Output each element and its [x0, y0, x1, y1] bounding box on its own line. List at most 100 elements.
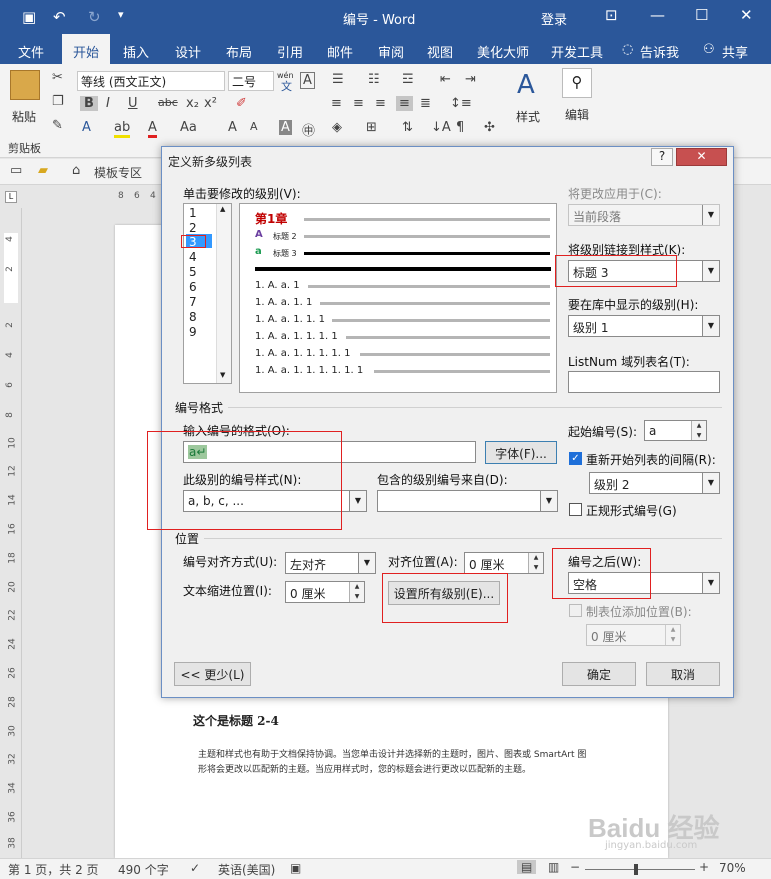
- chevron-down-icon[interactable]: ▼: [702, 473, 719, 493]
- increase-indent-icon[interactable]: ⇥: [465, 72, 476, 87]
- superscript-icon[interactable]: x²: [204, 96, 217, 111]
- home-icon[interactable]: ⌂: [72, 163, 80, 178]
- web-layout-icon[interactable]: ▥: [548, 860, 559, 874]
- cancel-button[interactable]: 取消: [646, 662, 720, 686]
- chevron-down-icon[interactable]: ▼: [349, 491, 366, 511]
- font-size-combo[interactable]: 二号: [228, 71, 274, 91]
- char-shading-icon[interactable]: A: [279, 120, 292, 135]
- open-folder-icon[interactable]: ▰: [38, 163, 48, 178]
- zoom-in-icon[interactable]: +: [699, 860, 709, 874]
- page-count[interactable]: 第 1 页，共 2 页: [8, 861, 99, 878]
- align-right-icon[interactable]: ≡: [375, 96, 386, 111]
- paste-icon[interactable]: [10, 70, 40, 100]
- styles-button-label[interactable]: 样式: [516, 108, 540, 125]
- ok-button[interactable]: 确定: [562, 662, 636, 686]
- level-item[interactable]: 2: [189, 221, 197, 235]
- ribbon-display-icon[interactable]: ⊡: [605, 6, 618, 24]
- tab-view[interactable]: 视图: [427, 42, 453, 61]
- document-heading[interactable]: 这个是标题 2-4: [193, 712, 279, 729]
- less-button[interactable]: << 更少(L): [174, 662, 251, 686]
- restart-level-combo[interactable]: 级别 2 ▼: [589, 472, 720, 494]
- start-at-spinner[interactable]: a ▲ ▼: [644, 420, 707, 441]
- cut-icon[interactable]: ✂: [52, 70, 63, 85]
- chevron-down-icon[interactable]: ▼: [702, 573, 719, 593]
- spinner-arrows-icon[interactable]: ▲ ▼: [528, 553, 543, 573]
- spinner-arrows-icon[interactable]: ▲ ▼: [691, 421, 706, 440]
- phonetic-guide-char[interactable]: 文: [281, 78, 292, 94]
- edit-button-label[interactable]: 编辑: [565, 106, 589, 123]
- tab-mailings[interactable]: 邮件: [327, 42, 353, 61]
- change-case-icon[interactable]: Aa: [180, 120, 197, 135]
- underline-icon[interactable]: U: [128, 96, 138, 111]
- tab-review[interactable]: 审阅: [378, 42, 404, 61]
- tab-beautify[interactable]: 美化大师: [477, 42, 529, 61]
- asian-layout-icon[interactable]: ✣: [484, 120, 495, 135]
- listnum-input[interactable]: [568, 371, 720, 393]
- bullets-icon[interactable]: ☰: [332, 72, 344, 87]
- proofing-icon[interactable]: ✓: [190, 861, 200, 875]
- legal-style-checkbox[interactable]: [569, 503, 582, 516]
- level-item[interactable]: 7: [189, 295, 197, 309]
- tab-design[interactable]: 设计: [175, 42, 201, 61]
- tab-insert[interactable]: 插入: [123, 42, 149, 61]
- level-listbox[interactable]: 1 2 3 4 5 6 7 8 9 ▲ ▼: [183, 203, 232, 384]
- new-doc-icon[interactable]: ▭: [10, 163, 22, 178]
- minimize-button[interactable]: —: [650, 6, 665, 24]
- multilevel-list-icon[interactable]: ☲: [402, 72, 414, 87]
- level-item[interactable]: 6: [189, 280, 197, 294]
- font-name-combo[interactable]: 等线 (西文正文): [77, 71, 225, 91]
- alignment-combo[interactable]: 左对齐 ▼: [285, 552, 376, 574]
- undo-icon[interactable]: ↶: [53, 8, 66, 26]
- customize-quick-access-icon[interactable]: ▾: [118, 8, 124, 21]
- sort-icon[interactable]: ↓A: [431, 120, 451, 135]
- level-item[interactable]: 4: [189, 250, 197, 264]
- numbering-icon[interactable]: ☷: [368, 72, 380, 87]
- level-item[interactable]: 5: [189, 265, 197, 279]
- enclose-char-icon[interactable]: ㊥: [302, 120, 315, 139]
- tab-references[interactable]: 引用: [277, 42, 303, 61]
- justify-icon[interactable]: ≡: [396, 96, 413, 111]
- level-item[interactable]: 1: [189, 206, 197, 220]
- tab-developer[interactable]: 开发工具: [551, 42, 603, 61]
- highlight-icon[interactable]: ab: [114, 120, 131, 138]
- chevron-down-icon[interactable]: ▼: [702, 261, 719, 281]
- chevron-down-icon[interactable]: ▼: [702, 316, 719, 336]
- font-color-icon[interactable]: A: [148, 120, 157, 138]
- restart-checkbox[interactable]: ✓: [569, 452, 582, 465]
- strikethrough-icon[interactable]: abc: [158, 96, 178, 109]
- shrink-font-icon[interactable]: A: [250, 120, 258, 133]
- align-center-icon[interactable]: ≡: [353, 96, 364, 111]
- close-window-button[interactable]: ✕: [740, 6, 753, 24]
- maximize-button[interactable]: ☐: [695, 6, 708, 24]
- document-paragraph[interactable]: 主题和样式也有助于文档保持协调。当您单击设计并选择新的主题时，图片、图表或 Sm…: [198, 748, 593, 778]
- redo-icon[interactable]: ↻: [88, 8, 101, 26]
- aligned-at-spinner[interactable]: 0 厘米 ▲ ▼: [464, 552, 544, 574]
- sign-in-link[interactable]: 登录: [541, 9, 567, 28]
- level-item[interactable]: 8: [189, 310, 197, 324]
- bold-icon[interactable]: B: [80, 96, 98, 111]
- char-border-icon[interactable]: A: [300, 72, 315, 89]
- tab-home[interactable]: 开始: [62, 34, 110, 64]
- level-scrollbar[interactable]: ▲ ▼: [216, 204, 231, 383]
- include-level-combo[interactable]: ▼: [377, 490, 558, 512]
- zoom-level[interactable]: 70%: [719, 861, 746, 875]
- shading-icon[interactable]: ◈: [332, 120, 342, 135]
- scroll-up-icon[interactable]: ▲: [220, 205, 225, 213]
- tab-file[interactable]: 文件: [18, 42, 44, 61]
- print-layout-icon[interactable]: ▤: [517, 860, 537, 874]
- zoom-slider[interactable]: [585, 869, 695, 870]
- level-item[interactable]: 9: [189, 325, 197, 339]
- text-direction-icon[interactable]: ⇅: [402, 120, 413, 135]
- text-effects-icon[interactable]: A: [82, 120, 91, 135]
- language-indicator[interactable]: 英语(美国): [218, 861, 275, 878]
- decrease-indent-icon[interactable]: ⇤: [440, 72, 451, 87]
- zoom-out-icon[interactable]: −: [570, 860, 580, 874]
- word-count[interactable]: 490 个字: [118, 861, 169, 878]
- template-zone-tab[interactable]: 模板专区: [94, 164, 142, 181]
- clear-format-icon[interactable]: ✐: [236, 96, 247, 111]
- tab-layout[interactable]: 布局: [226, 42, 252, 61]
- font-button[interactable]: 字体(F)...: [485, 441, 557, 464]
- format-painter-icon[interactable]: ✎: [52, 118, 63, 133]
- align-left-icon[interactable]: ≡: [331, 96, 342, 111]
- subscript-icon[interactable]: x₂: [186, 96, 199, 111]
